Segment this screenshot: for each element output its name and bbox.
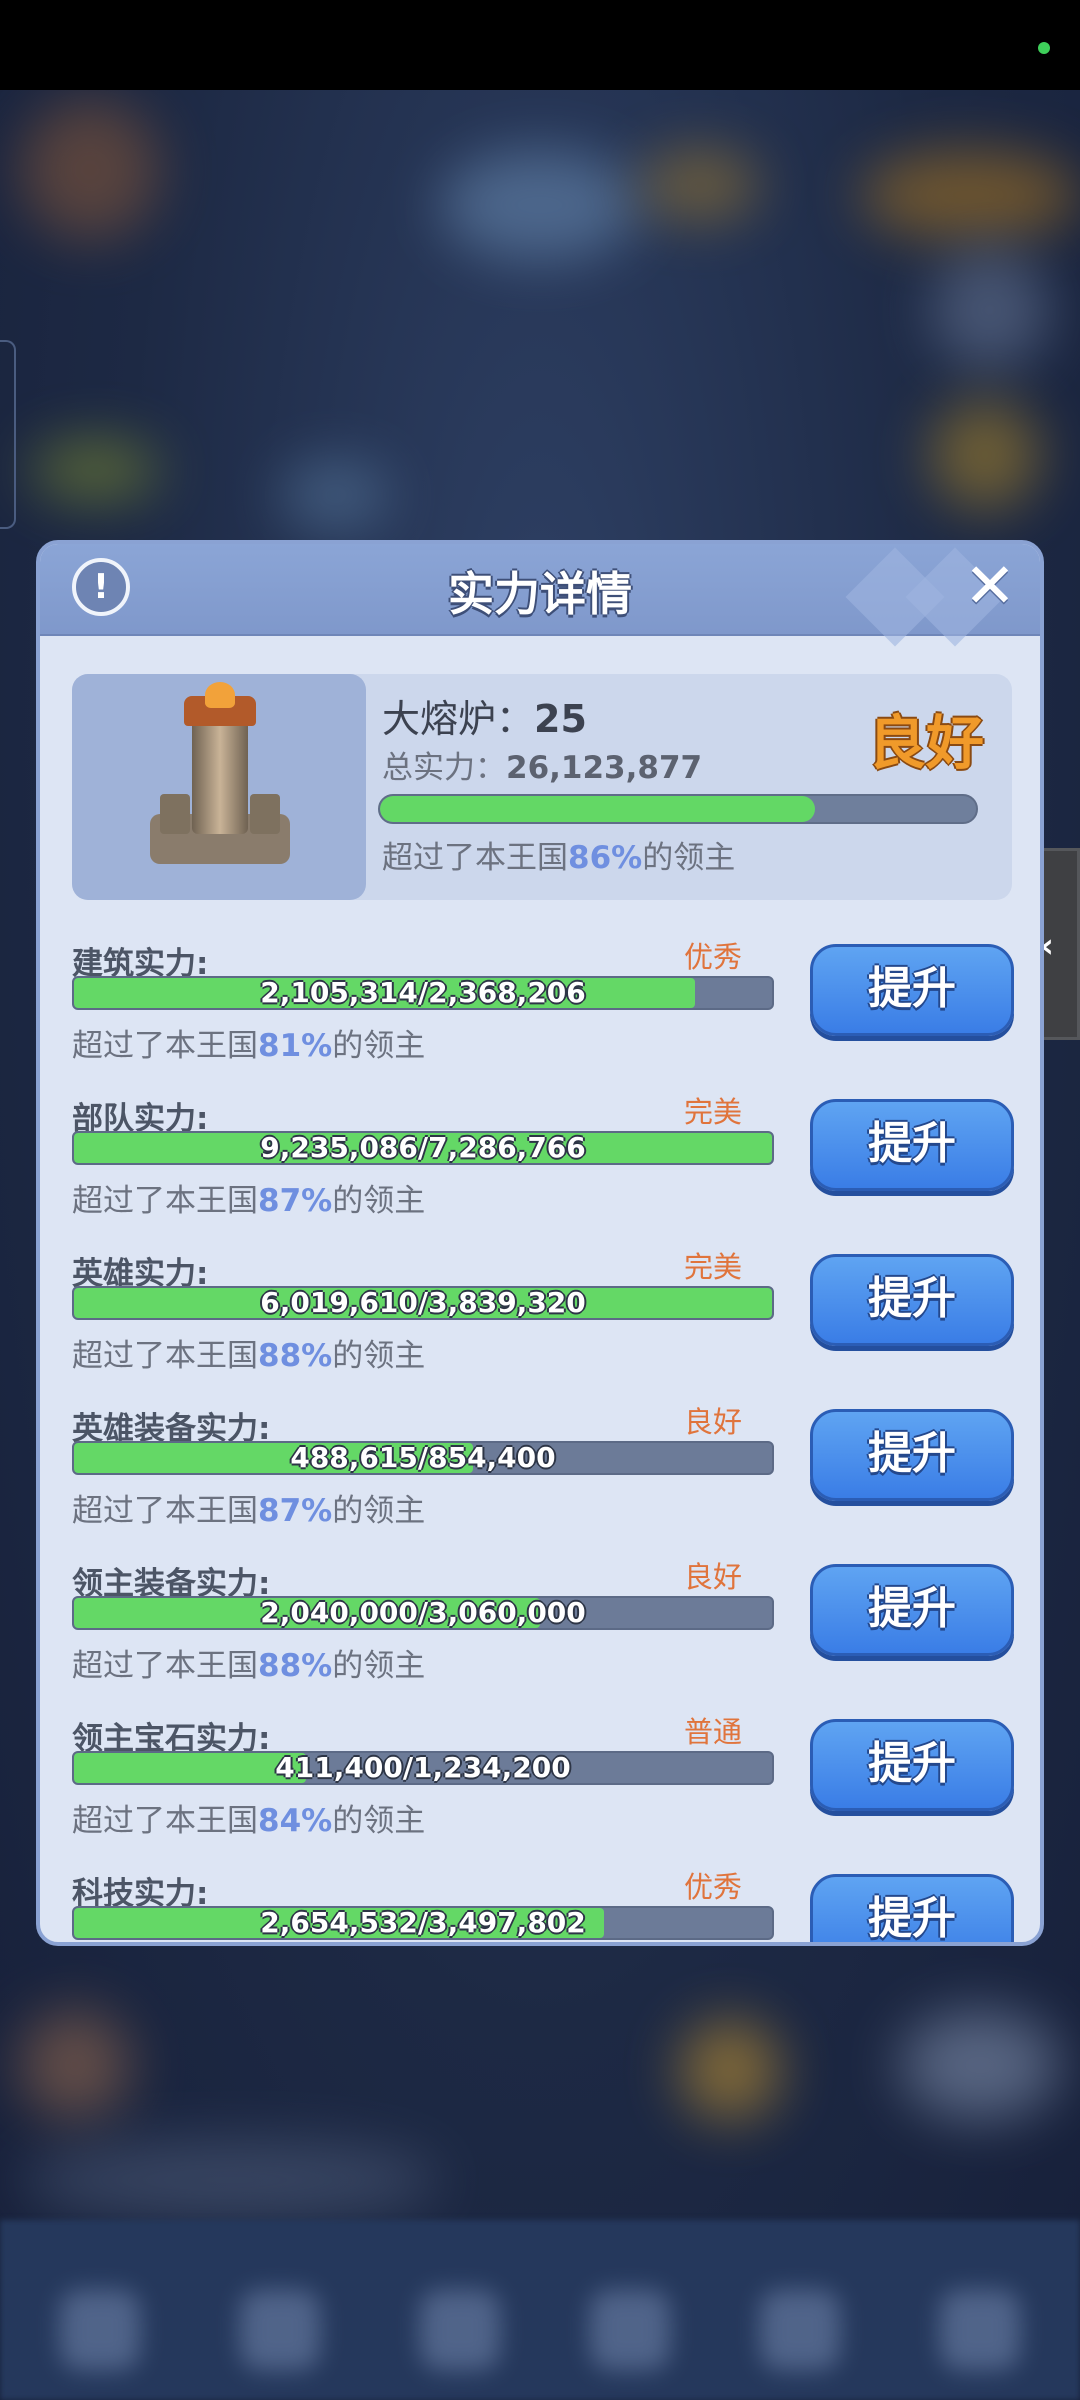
note-suffix: 的领主 (332, 1338, 426, 1374)
category-rating: 良好 (683, 1405, 742, 1439)
furnace-level: 大熔炉：25 (382, 688, 587, 743)
bottom-nav-bar (0, 2220, 1080, 2400)
category-progress-bar: 2,105,314/2,368,206 (72, 976, 774, 1010)
category-progress-bar: 411,400/1,234,200 (72, 1751, 774, 1785)
tower-arm (250, 794, 280, 834)
category-progress-value: 2,654,532/3,497,802 (260, 1906, 586, 1939)
rank-percent: 87% (258, 1493, 333, 1529)
summary-card: 大熔炉：25 总实力：26,123,877 良好 超过了本王国86%的领主 (72, 674, 1012, 900)
furnace-level-value: 25 (534, 697, 587, 741)
rank-percent: 81% (258, 1028, 333, 1064)
category-rating: 优秀 (683, 940, 742, 974)
category-progress-value: 2,040,000/3,060,000 (260, 1596, 586, 1629)
power-category-row: 领主装备实力: 良好 2,040,000/3,060,000 超过了本王国88%… (72, 1554, 1014, 1704)
category-progress-value: 6,019,610/3,839,320 (260, 1286, 586, 1319)
category-progress-value: 411,400/1,234,200 (275, 1751, 571, 1784)
note-suffix: 的领主 (332, 1028, 426, 1064)
note-suffix: 的领主 (332, 1183, 426, 1219)
note-suffix: 的领主 (642, 840, 736, 876)
category-progress-bar: 9,235,086/7,286,766 (72, 1131, 774, 1165)
rank-percent: 87% (258, 1183, 333, 1219)
category-rank-note: 超过了本王国84%的领主 (72, 1795, 425, 1840)
furnace-image (72, 674, 366, 900)
rank-percent: 88% (258, 1338, 333, 1374)
power-category-row: 领主宝石实力: 普通 411,400/1,234,200 超过了本王国84%的领… (72, 1709, 1014, 1859)
category-progress-bar: 2,040,000/3,060,000 (72, 1596, 774, 1630)
status-bar (0, 0, 1080, 90)
note-prefix: 超过了本王国 (72, 1803, 258, 1839)
note-prefix: 超过了本王国 (72, 1183, 258, 1219)
category-rating: 良好 (683, 1560, 742, 1594)
upgrade-button[interactable]: 提升 (810, 1564, 1014, 1656)
power-category-row: 建筑实力: 优秀 2,105,314/2,368,206 超过了本王国81%的领… (72, 934, 1014, 1084)
furnace-label: 大熔炉： (382, 697, 535, 741)
summary-progress-fill (380, 796, 816, 822)
dialog-title: 实力详情 (448, 567, 632, 621)
note-prefix: 超过了本王国 (72, 1338, 258, 1374)
category-rank-note: 超过了本王国88%的领主 (72, 1640, 425, 1685)
nav-icon[interactable] (760, 2290, 840, 2370)
category-rank-note: 超过了本王国88%的领主 (72, 1330, 425, 1375)
summary-rank-note: 超过了本王国86%的领主 (382, 832, 735, 877)
note-suffix: 的领主 (332, 1803, 426, 1839)
overall-rating: 良好 (867, 709, 984, 777)
total-power: 总实力：26,123,877 (382, 742, 702, 787)
category-progress-value: 488,615/854,400 (290, 1441, 556, 1474)
category-progress-value: 2,105,314/2,368,206 (260, 976, 586, 1009)
note-prefix: 超过了本王国 (382, 840, 568, 876)
upgrade-button[interactable]: 提升 (810, 944, 1014, 1036)
status-dot-icon (1038, 42, 1050, 54)
upgrade-button[interactable]: 提升 (810, 1254, 1014, 1346)
power-category-row: 部队实力: 完美 9,235,086/7,286,766 超过了本王国87%的领… (72, 1089, 1014, 1239)
category-progress-bar: 2,654,532/3,497,802 (72, 1906, 774, 1940)
nav-icon[interactable] (940, 2290, 1020, 2370)
upgrade-button[interactable]: 提升 (810, 1874, 1014, 1942)
summary-progress-bar (378, 794, 978, 824)
rank-percent: 88% (258, 1648, 333, 1684)
close-icon[interactable]: ✕ (958, 554, 1022, 618)
category-progress-bar: 488,615/854,400 (72, 1441, 774, 1475)
category-rating: 完美 (683, 1250, 742, 1284)
tower-body (192, 714, 248, 834)
upgrade-button[interactable]: 提升 (810, 1409, 1014, 1501)
tower-arm (160, 794, 190, 834)
note-prefix: 超过了本王国 (72, 1028, 258, 1064)
note-suffix: 的领主 (332, 1493, 426, 1529)
nav-icon[interactable] (60, 2290, 140, 2370)
total-label: 总实力： (382, 750, 506, 786)
category-rank-note: 超过了本王国81%的领主 (72, 1020, 425, 1065)
nav-icon[interactable] (420, 2290, 500, 2370)
power-category-row: 科技实力: 优秀 2,654,532/3,497,802 超过了本王国的领主 提… (72, 1864, 1014, 1942)
rank-percent: 84% (258, 1803, 333, 1839)
category-rating: 完美 (683, 1095, 742, 1129)
category-rank-note: 超过了本王国87%的领主 (72, 1175, 425, 1220)
note-suffix: 的领主 (332, 1648, 426, 1684)
power-category-row: 英雄实力: 完美 6,019,610/3,839,320 超过了本王国88%的领… (72, 1244, 1014, 1394)
power-category-row: 英雄装备实力: 良好 488,615/854,400 超过了本王国87%的领主 … (72, 1399, 1014, 1549)
left-edge-tab[interactable] (0, 340, 16, 529)
category-rating: 普通 (683, 1715, 742, 1749)
tower-flame (205, 682, 235, 708)
upgrade-button[interactable]: 提升 (810, 1719, 1014, 1811)
category-rating: 优秀 (683, 1870, 742, 1904)
note-prefix: 超过了本王国 (72, 1648, 258, 1684)
category-progress-bar: 6,019,610/3,839,320 (72, 1286, 774, 1320)
nav-icon[interactable] (240, 2290, 320, 2370)
nav-icon[interactable] (590, 2290, 670, 2370)
category-progress-value: 9,235,086/7,286,766 (260, 1131, 586, 1164)
power-details-dialog: ! 实力详情 ✕ 大熔炉：25 总实力：26,123,877 良好 超过了本王国… (36, 540, 1044, 1946)
note-prefix: 超过了本王国 (72, 1493, 258, 1529)
rank-percent: 86% (568, 840, 643, 876)
category-rank-note: 超过了本王国87%的领主 (72, 1485, 425, 1530)
dialog-header: ! 实力详情 ✕ (40, 544, 1040, 647)
total-value: 26,123,877 (506, 750, 703, 786)
upgrade-button[interactable]: 提升 (810, 1099, 1014, 1191)
